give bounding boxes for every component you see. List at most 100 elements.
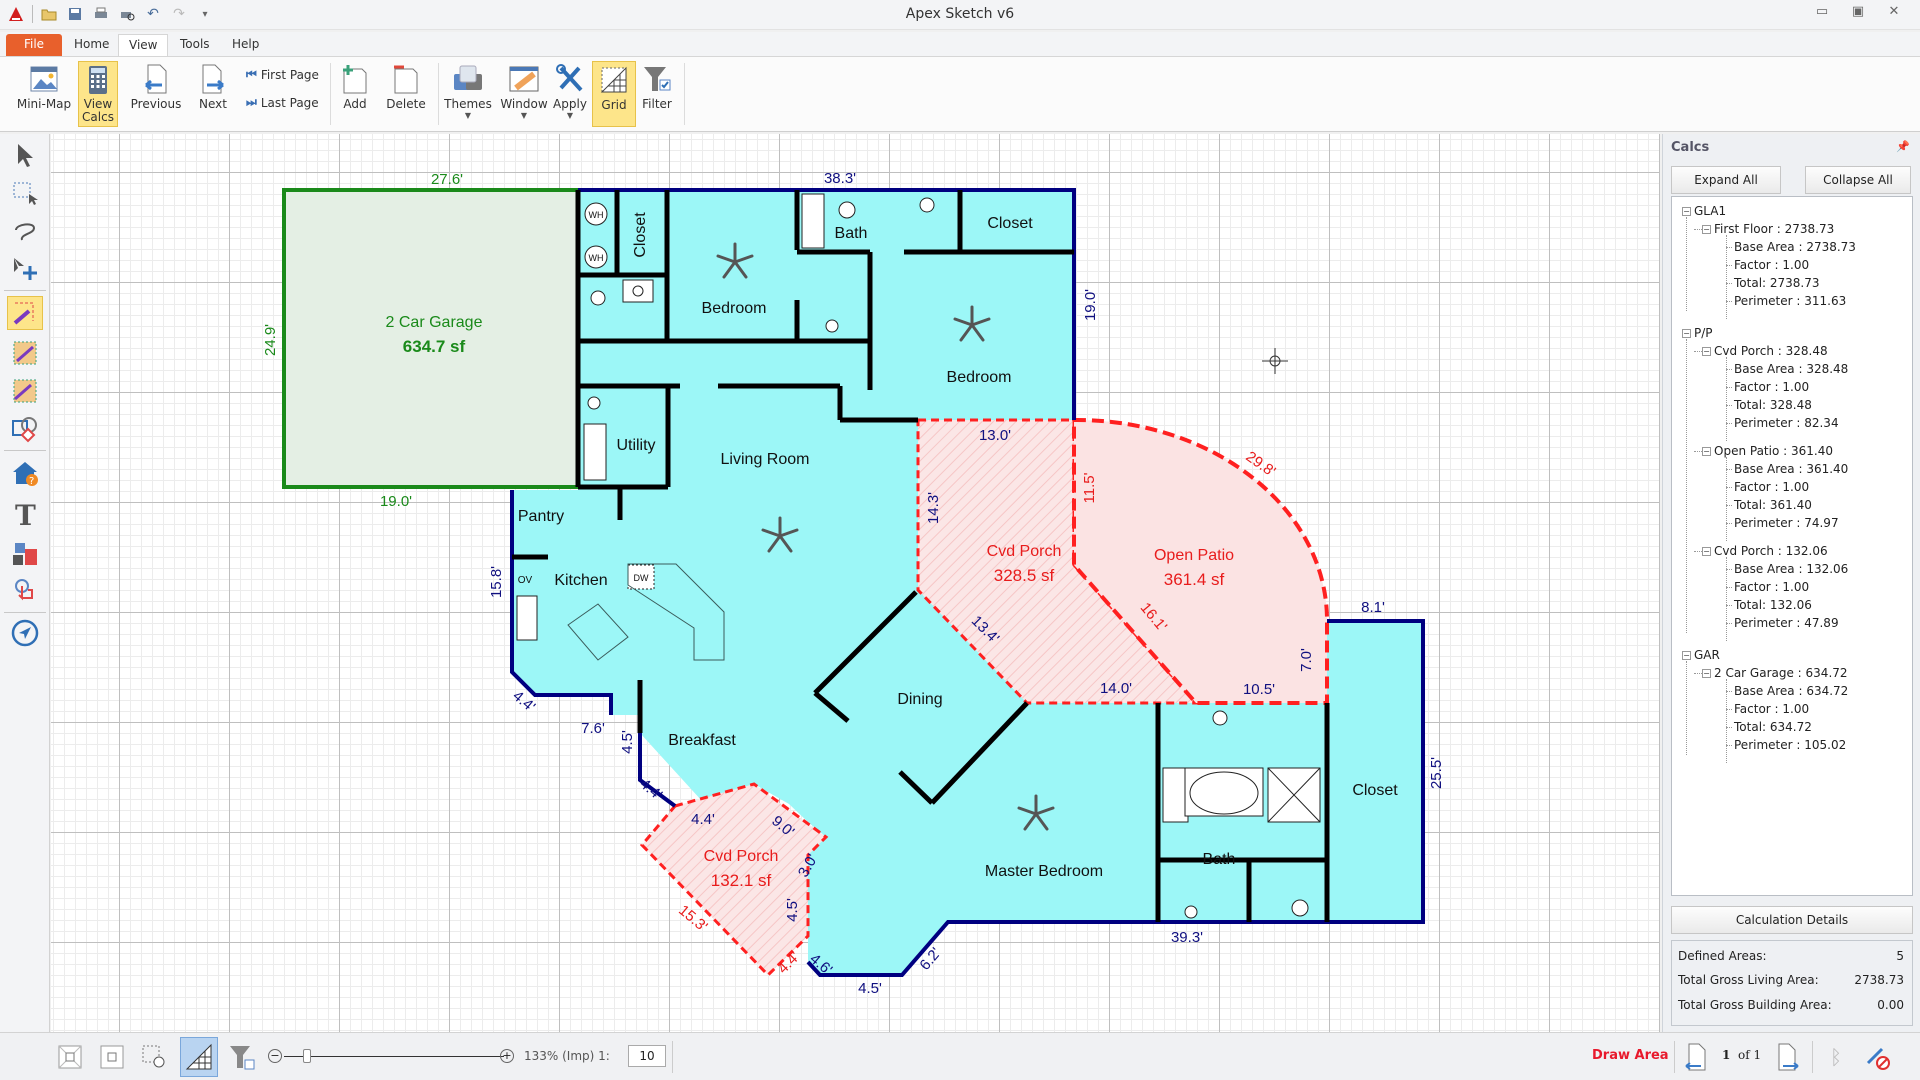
ribbon: Mini-Map View Calcs Previous Next ⏮ First… (0, 56, 1920, 132)
delete-page-button[interactable]: Delete (382, 61, 430, 127)
closet-2-label: Closet (987, 215, 1033, 232)
master-bedroom-label: Master Bedroom (985, 863, 1103, 880)
collapse-toggle-icon[interactable]: − (1682, 651, 1691, 660)
calculation-details-button[interactable]: Calculation Details (1671, 906, 1913, 934)
zoom-extents-button[interactable] (54, 1041, 86, 1073)
collapse-toggle-icon[interactable]: − (1682, 207, 1691, 216)
shapes-tool[interactable] (7, 412, 43, 446)
tab-view[interactable]: View (118, 34, 169, 56)
split-area-tool[interactable] (7, 374, 43, 408)
add-page-icon (336, 61, 374, 97)
collapse-toggle-icon[interactable]: − (1702, 669, 1711, 678)
collapse-toggle-icon[interactable]: − (1702, 347, 1711, 356)
pen-disabled-button[interactable] (1862, 1041, 1894, 1073)
first-page-button[interactable]: ⏮ First Page (246, 67, 319, 82)
view-calcs-button[interactable]: View Calcs (78, 61, 118, 127)
next-page-icon (190, 61, 236, 97)
zoom-window-button[interactable] (138, 1041, 170, 1073)
dim-garage-bottom: 19.0' (380, 493, 412, 510)
expand-all-button[interactable]: Expand All (1671, 166, 1781, 194)
previous-page-status-button[interactable] (1680, 1041, 1712, 1073)
tree-detail: Factor : 1.00 (1734, 580, 1810, 594)
last-page-button[interactable]: ⏭ Last Page (246, 95, 319, 110)
zoom-slider[interactable] (284, 1049, 504, 1063)
kitchen-label: Kitchen (554, 572, 607, 589)
window-button[interactable]: Window ▼ (498, 61, 550, 127)
zoom-out-button[interactable]: − (268, 1049, 282, 1063)
edit-area-tool[interactable] (7, 336, 43, 370)
tree-detail: Perimeter : 105.02 (1734, 738, 1847, 752)
zoom-slider-thumb[interactable] (303, 1049, 312, 1063)
themes-button[interactable]: Themes ▼ (444, 61, 492, 127)
tree-detail: Total: 361.40 (1734, 498, 1812, 512)
house-help-tool[interactable]: ? (7, 456, 43, 490)
minimap-button[interactable]: Mini-Map (14, 61, 74, 127)
tree-area[interactable]: − First Floor : 2738.73 (1702, 221, 1834, 237)
restore-button[interactable]: ▣ (1840, 4, 1876, 24)
lasso-tool[interactable] (7, 214, 43, 248)
tree-group[interactable]: − GLA1 (1682, 203, 1726, 219)
touch-tool[interactable] (7, 574, 43, 608)
tab-help[interactable]: Help (222, 34, 269, 56)
collapse-toggle-icon[interactable]: − (1702, 447, 1711, 456)
pin-panel-icon[interactable]: 📌 (1896, 140, 1910, 153)
shapes-icon (12, 417, 37, 443)
next-page-button[interactable]: Next (190, 61, 236, 127)
summary-value: 5 (1896, 949, 1904, 963)
zoom-fit-icon (100, 1045, 124, 1069)
text-tool[interactable]: T (7, 496, 43, 530)
themes-label: Themes (444, 97, 492, 111)
rectangle-select-tool[interactable] (7, 176, 43, 210)
collapse-toggle-icon[interactable]: − (1702, 225, 1711, 234)
tab-file[interactable]: File (6, 34, 62, 56)
move-tool[interactable] (7, 252, 43, 286)
tab-tools[interactable]: Tools (170, 34, 220, 56)
collapse-toggle-icon[interactable]: − (1702, 547, 1711, 556)
add-page-button[interactable]: Add (336, 61, 374, 127)
grid-toggle-button[interactable]: Grid (592, 61, 636, 127)
symbols-tool[interactable] (7, 536, 43, 570)
dim-right-side: 25.5' (1428, 757, 1445, 789)
next-page-status-button[interactable] (1772, 1041, 1804, 1073)
scale-input[interactable]: 10 (628, 1045, 666, 1067)
tree-area[interactable]: − Cvd Porch : 328.48 (1702, 343, 1828, 359)
calcs-tree[interactable]: − GLA1− First Floor : 2738.73 Base Area : 2… (1671, 196, 1913, 896)
tree-area[interactable]: − Open Patio : 361.40 (1702, 443, 1833, 459)
app-title: Apex Sketch v6 (905, 6, 1015, 22)
zoom-in-button[interactable]: + (500, 1049, 514, 1063)
tree-detail: Base Area : 132.06 (1734, 562, 1849, 576)
cvd-porch-2-area: 132.1 sf (711, 871, 772, 890)
tab-home[interactable]: Home (64, 34, 119, 56)
tree-detail: Perimeter : 82.34 (1734, 416, 1839, 430)
tree-area[interactable]: − Cvd Porch : 132.06 (1702, 543, 1828, 559)
tree-group[interactable]: − GAR (1682, 647, 1720, 663)
minimize-button[interactable]: ▭ (1804, 4, 1840, 24)
tree-area[interactable]: −2 Car Garage : 634.72 (1702, 665, 1848, 681)
apply-button[interactable]: Apply ▼ (552, 61, 588, 127)
move-icon (14, 258, 37, 280)
dim-porch-left: 14.3' (925, 492, 942, 524)
cvd-porch-1-area: 328.5 sf (994, 566, 1055, 585)
minimap-label: Mini-Map (16, 97, 72, 111)
draw-area-tool[interactable] (7, 296, 43, 330)
tree-connector (1726, 457, 1727, 541)
navigate-tool[interactable] (7, 616, 43, 650)
bluetooth-button[interactable]: ᛒ (1820, 1041, 1852, 1073)
dim-patio-right: 7.0' (1298, 648, 1315, 672)
lasso-icon (15, 223, 36, 241)
previous-page-button[interactable]: Previous (128, 61, 184, 127)
add-label: Add (343, 97, 367, 111)
close-button[interactable]: ✕ (1876, 4, 1912, 24)
status-bar: − + 133% (Imp) 1: 10 Draw Area 1 of 1 ᛒ (0, 1032, 1920, 1080)
grid-toggle-status-button[interactable] (180, 1037, 218, 1077)
sketch-canvas[interactable]: 2 Car Garage 634.7 sf Closet Bedroom Bat… (51, 134, 1660, 1032)
page-current: 1 (1722, 1048, 1731, 1062)
zoom-fit-button[interactable] (96, 1041, 128, 1073)
tree-group-label: GAR (1694, 648, 1720, 662)
filter-button[interactable]: Filter (638, 61, 676, 127)
select-arrow-tool[interactable] (7, 138, 43, 172)
collapse-toggle-icon[interactable]: − (1682, 329, 1691, 338)
filter-status-button[interactable] (226, 1041, 258, 1073)
collapse-all-button[interactable]: Collapse All (1805, 166, 1911, 194)
summary-row: Total Gross Building Area: 0.00 (1678, 998, 1904, 1012)
